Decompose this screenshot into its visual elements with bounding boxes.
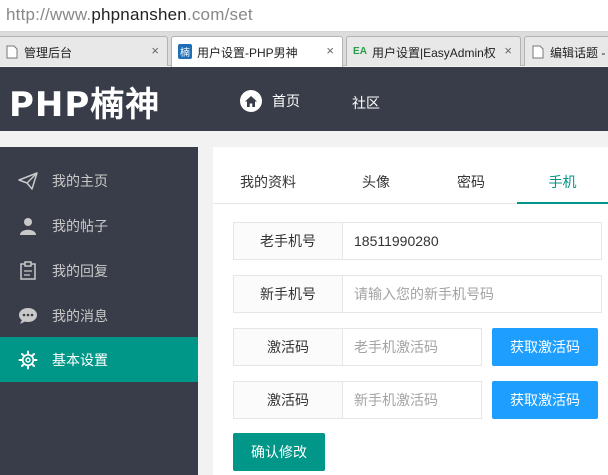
url-suffix: .com/set xyxy=(186,5,253,24)
new-phone-code-field[interactable] xyxy=(343,381,482,419)
user-icon xyxy=(18,216,38,236)
browser-tab-admin[interactable]: 管理后台 × xyxy=(0,36,168,66)
tab-phone[interactable]: 手机 xyxy=(517,164,608,204)
get-new-code-button[interactable]: 获取激活码 xyxy=(492,381,598,419)
browser-tab-title: 用户设置|EasyAdmin权 xyxy=(372,46,496,60)
close-icon[interactable]: × xyxy=(326,43,334,58)
settings-panel: 我的资料 头像 密码 手机 老手机号 新手机号 激活码 获取激活码 激活码 获取… xyxy=(213,147,608,475)
url-host: phpnanshen xyxy=(91,5,187,24)
sidebar-item-settings[interactable]: 基本设置 xyxy=(0,337,198,382)
url-prefix: http://www. xyxy=(6,5,92,24)
gear-icon xyxy=(18,350,38,370)
page-icon xyxy=(5,44,19,59)
sidebar-item-label: 我的回复 xyxy=(52,262,108,279)
address-url[interactable]: http://www.phpnanshen.com/set xyxy=(6,5,253,25)
nav-home-label: 首页 xyxy=(272,93,300,109)
sidebar-item-label: 我的帖子 xyxy=(52,217,108,234)
close-icon[interactable]: × xyxy=(504,43,512,58)
old-phone-label: 老手机号 xyxy=(233,222,343,260)
site-favicon-icon: 楠 xyxy=(178,44,192,59)
browser-tab-title: 管理后台 xyxy=(24,46,73,60)
new-phone-label: 新手机号 xyxy=(233,275,343,313)
sidebar: 我的主页 我的帖子 我的回复 我的消息 基本设置 xyxy=(0,147,198,475)
browser-tab-title: 编辑话题 - xyxy=(550,46,606,60)
sidebar-item-label: 我的主页 xyxy=(52,172,108,189)
old-code-label: 激活码 xyxy=(233,328,343,366)
address-bar[interactable]: http://www.phpnanshen.com/set xyxy=(0,0,608,32)
sidebar-item-replies[interactable]: 我的回复 xyxy=(0,248,198,293)
new-phone-field[interactable] xyxy=(343,275,602,313)
paper-plane-icon xyxy=(18,171,38,191)
tab-avatar[interactable]: 头像 xyxy=(326,164,426,204)
site-header: PHP楠神 首页 社区 xyxy=(0,67,608,131)
page-icon xyxy=(531,44,545,59)
chat-bubble-icon xyxy=(18,306,38,326)
new-code-label: 激活码 xyxy=(233,381,343,419)
clipboard-icon xyxy=(18,261,38,281)
confirm-change-button[interactable]: 确认修改 xyxy=(233,433,325,471)
old-phone-code-field[interactable] xyxy=(343,328,482,366)
sidebar-item-home[interactable]: 我的主页 xyxy=(0,158,198,203)
home-icon xyxy=(240,90,262,112)
browser-tab-strip: 管理后台 × 楠 用户设置-PHP男神 × EA 用户设置|EasyAdmin权… xyxy=(0,32,608,67)
sidebar-item-label: 我的消息 xyxy=(52,307,108,324)
browser-tab-easyadmin[interactable]: EA 用户设置|EasyAdmin权 × xyxy=(346,36,521,66)
browser-tab-title: 用户设置-PHP男神 xyxy=(197,46,298,60)
sidebar-item-messages[interactable]: 我的消息 xyxy=(0,293,198,338)
nav-home-link[interactable]: 首页 xyxy=(240,90,300,112)
tab-password[interactable]: 密码 xyxy=(421,164,521,204)
browser-tab-user-settings[interactable]: 楠 用户设置-PHP男神 × xyxy=(171,36,343,67)
tab-profile[interactable]: 我的资料 xyxy=(218,164,318,204)
close-icon[interactable]: × xyxy=(151,43,159,58)
get-old-code-button[interactable]: 获取激活码 xyxy=(492,328,598,366)
browser-tab-edit-topic[interactable]: 编辑话题 - xyxy=(524,36,608,66)
site-logo[interactable]: PHP楠神 xyxy=(9,77,160,126)
easyadmin-favicon-icon: EA xyxy=(353,46,367,57)
settings-tab-bar: 我的资料 头像 密码 手机 xyxy=(213,164,608,204)
nav-community-link[interactable]: 社区 xyxy=(352,93,380,113)
old-phone-field[interactable] xyxy=(343,222,602,260)
sidebar-item-posts[interactable]: 我的帖子 xyxy=(0,203,198,248)
sidebar-item-label: 基本设置 xyxy=(52,351,108,368)
